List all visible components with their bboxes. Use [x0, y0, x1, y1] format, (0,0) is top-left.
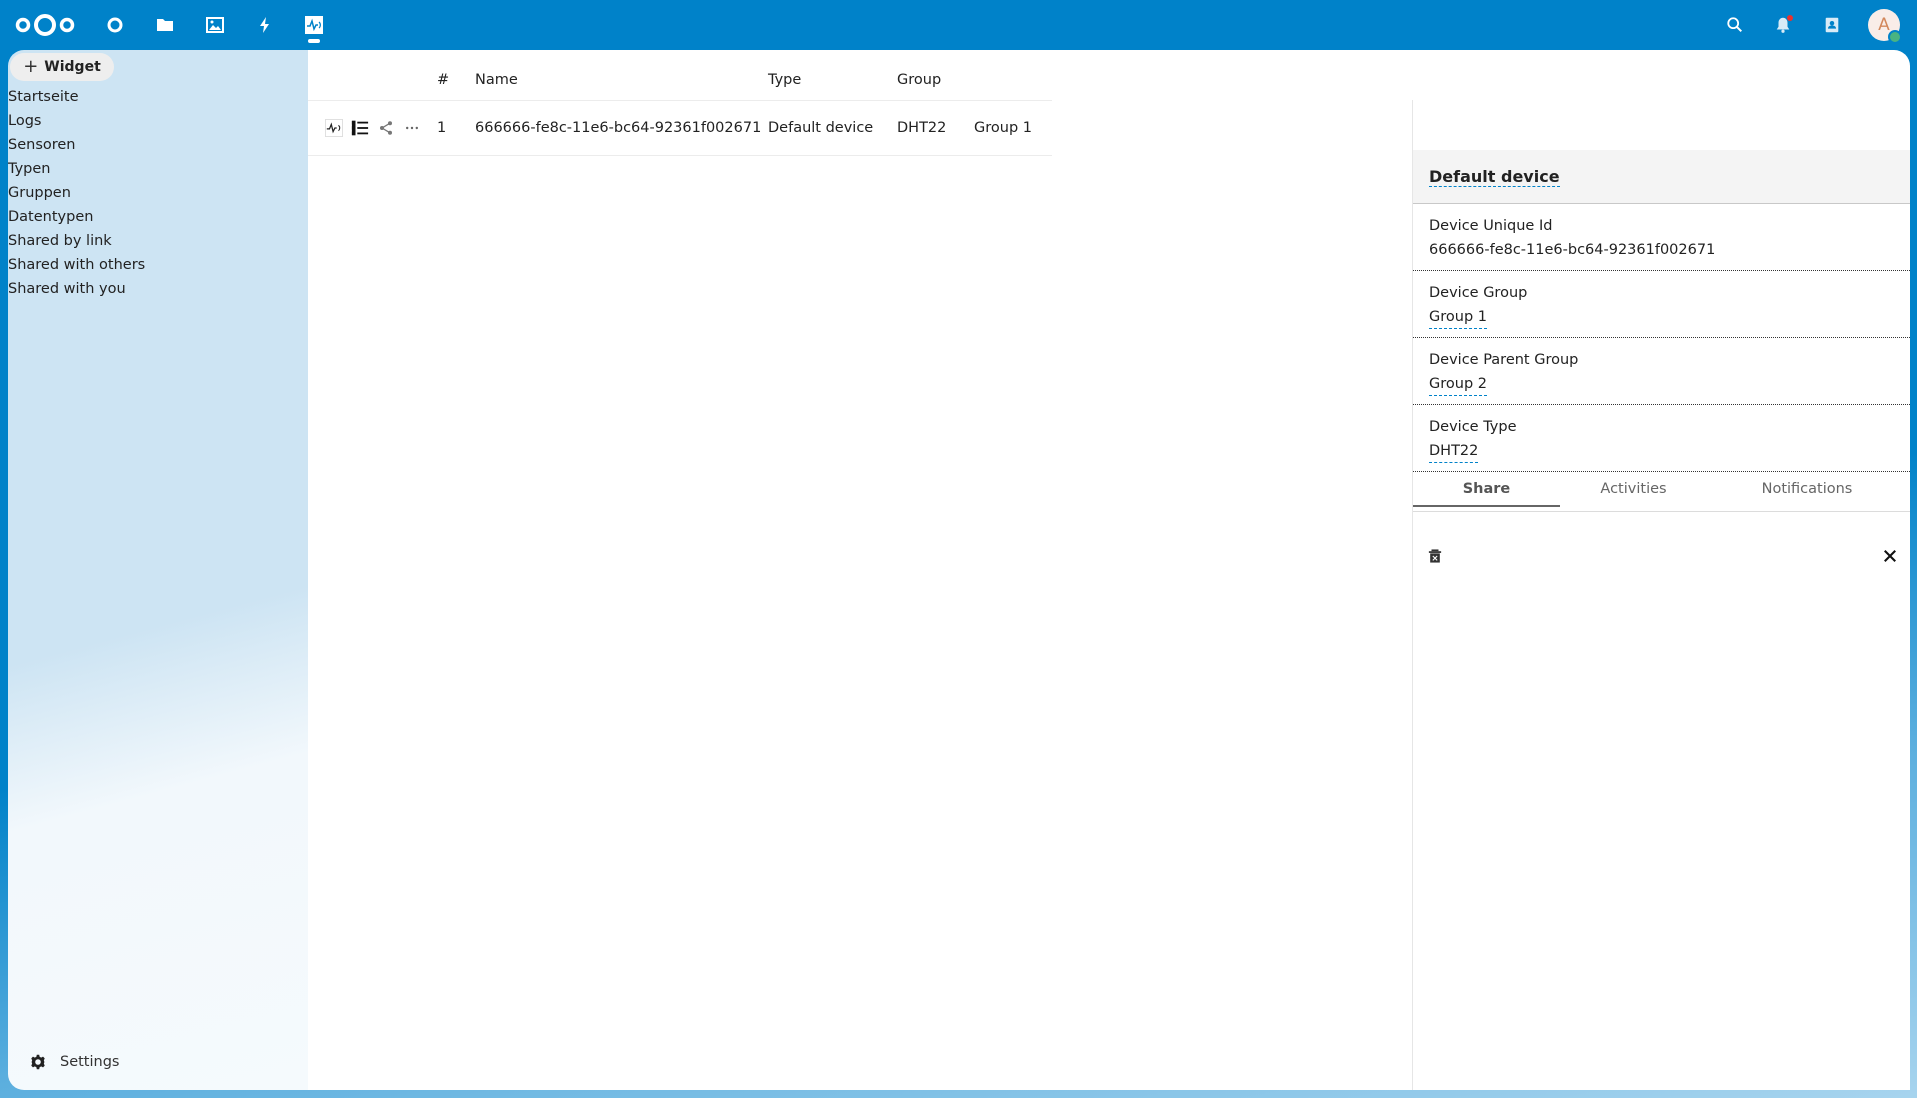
extra-column-header — [974, 60, 1052, 100]
sidebar-item-startseite[interactable]: Startseite — [8, 85, 298, 109]
panel-spacer — [1413, 100, 1910, 150]
files-app-icon[interactable] — [152, 12, 178, 38]
active-app-indicator — [308, 39, 320, 43]
main-content: # Name Type Group 1 666666-fe8c-11e6-bc6… — [308, 50, 1910, 1090]
sidebar-item-shared-by-link[interactable]: Shared by link — [8, 229, 298, 253]
sensor-wave-icon — [325, 118, 343, 137]
table-row[interactable]: 1 666666-fe8c-11e6-bc64-92361f002671 Def… — [308, 99, 1052, 156]
cell-extra: Group 1 — [974, 99, 1052, 156]
device-group-link[interactable]: Group 1 — [1429, 307, 1487, 329]
more-actions-button[interactable] — [402, 118, 422, 138]
device-parent-group-link[interactable]: Group 2 — [1429, 374, 1487, 396]
settings-label: Settings — [60, 1054, 120, 1070]
actions-column-header — [308, 60, 437, 100]
field-device-group: Device Group Group 1 — [1413, 271, 1910, 338]
nextcloud-logo-icon[interactable] — [14, 11, 76, 39]
gear-icon — [31, 1054, 45, 1070]
add-widget-button[interactable]: + Widget — [10, 53, 114, 81]
devices-table: # Name Type Group 1 666666-fe8c-11e6-bc6… — [308, 60, 1052, 156]
sidebar-item-sensoren[interactable]: Sensoren — [8, 133, 298, 157]
table-header-row: # Name Type Group — [308, 60, 1052, 100]
sidebar-navigation: + Widget Startseite Logs Sensoren Typen … — [8, 50, 308, 1090]
field-device-parent-group: Device Parent Group Group 2 — [1413, 338, 1910, 405]
details-tabs: Share Activities Notifications — [1413, 472, 1910, 512]
sidebar-item-shared-with-others[interactable]: Shared with others — [8, 253, 298, 277]
close-panel-button[interactable] — [1880, 546, 1900, 566]
panel-header: Default device — [1413, 150, 1910, 204]
settings-button[interactable]: Settings — [30, 1050, 119, 1074]
field-label: Device Group — [1429, 285, 1528, 301]
avatar-initial: A — [1878, 15, 1890, 35]
share-button[interactable] — [376, 118, 396, 138]
panel-actions — [1413, 512, 1910, 572]
close-icon — [1884, 550, 1896, 562]
plus-icon: + — [23, 56, 39, 77]
field-label: Device Unique Id — [1429, 218, 1553, 234]
cell-number: 1 — [437, 99, 475, 156]
field-value: 666666-fe8c-11e6-bc64-92361f002671 — [1429, 242, 1716, 258]
delete-device-button[interactable] — [1425, 546, 1445, 566]
sidebar-item-datentypen[interactable]: Datentypen — [8, 205, 298, 229]
sensorlogger-app-icon[interactable] — [301, 12, 327, 38]
cell-type: Default device — [768, 99, 897, 156]
show-chart-button[interactable] — [324, 118, 344, 138]
add-widget-label: Widget — [44, 59, 101, 75]
cell-name[interactable]: 666666-fe8c-11e6-bc64-92361f002671 — [475, 99, 768, 156]
contacts-icon[interactable] — [1819, 12, 1845, 38]
dashboard-app-icon[interactable] — [102, 12, 128, 38]
trash-icon — [1428, 549, 1442, 563]
top-header: A — [0, 0, 1917, 50]
column-header-type[interactable]: Type — [768, 60, 897, 100]
tab-activities[interactable]: Activities — [1560, 472, 1707, 511]
search-icon[interactable] — [1722, 12, 1748, 38]
activity-app-icon[interactable] — [252, 12, 278, 38]
field-label: Device Type — [1429, 419, 1517, 435]
share-icon — [380, 120, 392, 135]
column-header-name[interactable]: Name — [475, 60, 768, 100]
more-horizontal-icon — [406, 126, 418, 129]
field-device-unique-id: Device Unique Id 666666-fe8c-11e6-bc64-9… — [1413, 204, 1910, 271]
show-list-button[interactable] — [350, 118, 370, 138]
sidebar-item-typen[interactable]: Typen — [8, 157, 298, 181]
sidebar-item-logs[interactable]: Logs — [8, 109, 298, 133]
tab-notifications[interactable]: Notifications — [1707, 472, 1907, 511]
field-label: Device Parent Group — [1429, 352, 1579, 368]
online-status-indicator — [1888, 30, 1902, 44]
tab-share[interactable]: Share — [1413, 472, 1560, 511]
device-type-link[interactable]: DHT22 — [1429, 441, 1479, 463]
device-title[interactable]: Default device — [1429, 167, 1560, 187]
sidebar-item-gruppen[interactable]: Gruppen — [8, 181, 298, 205]
notification-badge — [1787, 15, 1793, 21]
column-header-group[interactable]: Group — [897, 60, 974, 100]
list-icon — [351, 120, 369, 135]
sidebar-item-shared-with-you[interactable]: Shared with you — [8, 277, 298, 301]
row-actions — [308, 118, 437, 138]
photos-app-icon[interactable] — [202, 12, 228, 38]
device-details-panel: Default device Device Unique Id 666666-f… — [1412, 100, 1910, 1090]
cell-group: DHT22 — [897, 99, 974, 156]
column-header-number[interactable]: # — [437, 60, 475, 100]
field-device-type: Device Type DHT22 — [1413, 405, 1910, 472]
